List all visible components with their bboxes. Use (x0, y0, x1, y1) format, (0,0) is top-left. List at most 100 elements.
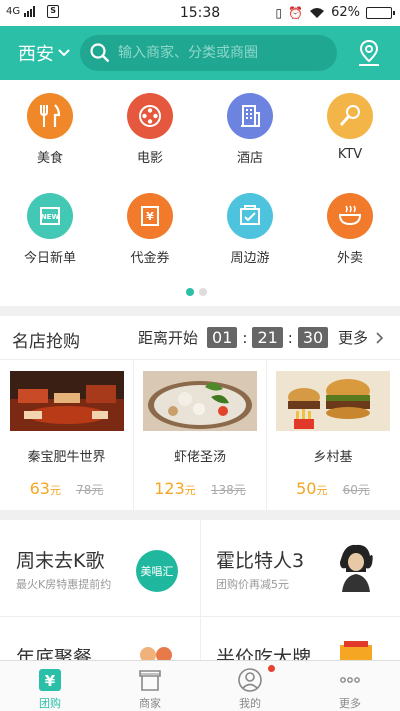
film-reel-icon (127, 93, 173, 139)
category-new-today[interactable]: NEW 今日新单 (0, 193, 100, 266)
countdown: 距离开始 01 : 21 : 30 (138, 327, 331, 348)
storefront-icon (139, 670, 161, 691)
category-movie[interactable]: 电影 (100, 93, 200, 166)
category-grid: 美食 电影 酒店 KTV NEW 今日新单 ¥ 代金券 周边游 外卖 (0, 80, 400, 306)
user-icon (238, 668, 262, 692)
promo-subtitle: 团购价再减5元 (216, 578, 289, 591)
city-selector[interactable]: 西安 (18, 40, 70, 66)
tab-mine[interactable]: 我的 (200, 661, 300, 711)
promo-subtitle: 最火K房特惠提前约 (16, 578, 112, 591)
status-bar: 4G S 15:38 ▯ ⏰ 62% (0, 0, 400, 26)
chevron-right-icon (376, 331, 384, 344)
battery-percent: 62% (331, 5, 360, 20)
wifi-icon (310, 7, 325, 18)
page-indicator (186, 288, 207, 296)
product-name: 虾佬圣汤 (173, 450, 226, 465)
voucher-icon: ¥ (127, 193, 173, 239)
product-list: 秦宝肥牛世界 63元 78元 虾佬圣汤 123元 138元 乡村基 50元 60… (0, 360, 400, 510)
promo-card-movie[interactable]: 霍比特人3 团购价再减5元 (200, 520, 400, 616)
new-badge-icon: NEW (27, 193, 73, 239)
original-price: 78元 (76, 483, 104, 497)
city-name: 西安 (18, 44, 54, 65)
travel-ticket-icon (227, 193, 273, 239)
category-hotel[interactable]: 酒店 (200, 93, 300, 166)
page-dot-active (186, 288, 194, 296)
search-input[interactable] (118, 45, 318, 61)
colon: : (287, 328, 293, 347)
movie-character-image (340, 544, 373, 592)
promo-card-karaoke[interactable]: 周末去K歌 最火K房特惠提前约 美唱汇 (0, 520, 200, 616)
sale-price: 50元 (296, 479, 327, 498)
food-icon (27, 93, 73, 139)
vibrate-icon: ▯ (275, 5, 283, 20)
brand-badge: 美唱汇 (136, 550, 178, 592)
price-value: 63 (29, 479, 50, 498)
product-image-soup (143, 371, 257, 431)
dinner-illustration (140, 647, 172, 661)
more-dots-icon (340, 677, 360, 683)
page-dot (199, 288, 207, 296)
microphone-icon (327, 93, 373, 139)
flash-sale-section: 名店抢购 距离开始 01 : 21 : 30 更多 秦宝肥牛世界 63元 78元… (0, 316, 400, 510)
product-name: 乡村基 (313, 450, 353, 465)
tab-label: 我的 (239, 697, 261, 710)
tab-group-buy[interactable]: ¥ 团购 (0, 661, 100, 711)
category-label: 美食 (36, 151, 63, 166)
bottom-tab-bar: ¥ 团购 商家 我的 更多 (0, 660, 400, 711)
sale-price: 123元 (154, 479, 196, 498)
svg-text:¥: ¥ (45, 672, 56, 690)
section-title: 名店抢购 (12, 332, 80, 352)
tab-label: 商家 (139, 697, 161, 710)
countdown-hours: 01 (207, 327, 238, 348)
category-label: KTV (337, 147, 363, 162)
category-label: 酒店 (236, 151, 263, 166)
product-card[interactable]: 乡村基 50元 60元 (266, 360, 399, 510)
brand-badge-text: 美唱汇 (140, 565, 174, 578)
category-label: 电影 (136, 151, 163, 166)
price-value: 123 (154, 479, 185, 498)
hotel-icon (227, 93, 273, 139)
price-unit: 元 (184, 484, 196, 497)
yuan-bag-icon: ¥ (39, 669, 61, 691)
alarm-icon: ⏰ (288, 5, 304, 20)
tab-merchants[interactable]: 商家 (100, 661, 200, 711)
chevron-down-icon (58, 49, 70, 57)
discount-tag-illustration (340, 641, 372, 661)
countdown-label: 距离开始 (138, 329, 199, 347)
category-takeout[interactable]: 外卖 (300, 193, 400, 266)
category-food[interactable]: 美食 (0, 93, 100, 166)
sale-price: 63元 (30, 479, 61, 498)
countdown-minutes: 21 (252, 327, 283, 348)
promo-section: 周末去K歌 最火K房特惠提前约 美唱汇 霍比特人3 团购价再减5元 年底聚餐 半… (0, 520, 400, 669)
more-label: 更多 (338, 329, 369, 347)
product-card[interactable]: 秦宝肥牛世界 63元 78元 (0, 360, 133, 510)
category-label: 外卖 (336, 251, 363, 266)
location-pin-icon[interactable] (356, 39, 382, 67)
category-ktv[interactable]: KTV (300, 93, 400, 162)
original-price: 138元 (210, 483, 246, 497)
search-icon (90, 43, 110, 63)
category-nearby-travel[interactable]: 周边游 (200, 193, 300, 266)
search-bar[interactable] (80, 35, 337, 71)
top-bar: 西安 (0, 26, 400, 80)
product-card[interactable]: 虾佬圣汤 123元 138元 (133, 360, 266, 510)
product-name: 秦宝肥牛世界 (27, 450, 106, 465)
more-link[interactable]: 更多 (338, 327, 384, 348)
colon: : (242, 328, 248, 347)
svg-text:NEW: NEW (41, 213, 60, 221)
category-label: 代金券 (130, 251, 170, 266)
tab-label: 团购 (39, 697, 61, 710)
battery-icon (366, 6, 395, 19)
category-label: 今日新单 (23, 251, 76, 266)
price-unit: 元 (49, 484, 61, 497)
original-price: 60元 (342, 483, 370, 497)
product-image-hotpot (9, 371, 124, 431)
takeout-bowl-icon (327, 193, 373, 239)
price-value: 50 (296, 479, 317, 498)
category-voucher[interactable]: ¥ 代金券 (100, 193, 200, 266)
price-unit: 元 (316, 484, 328, 497)
promo-title: 周末去K歌 (16, 550, 105, 572)
svg-text:¥: ¥ (146, 210, 154, 223)
tab-more[interactable]: 更多 (300, 661, 400, 711)
tab-label: 更多 (339, 697, 361, 710)
